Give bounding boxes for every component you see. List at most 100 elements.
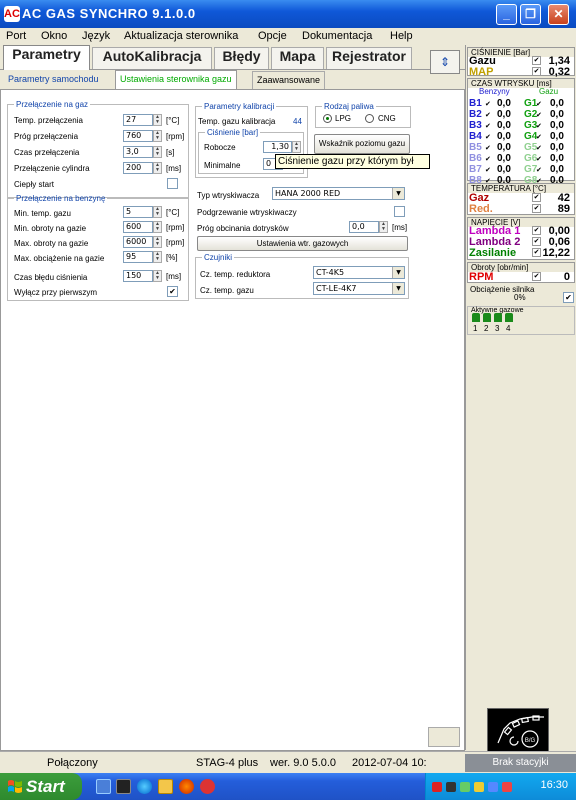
tab-bledy[interactable]: Błędy xyxy=(214,47,269,69)
check-icon[interactable]: ✔ xyxy=(536,111,542,119)
check-icon[interactable]: ✔ xyxy=(536,133,542,141)
reducer-temp-label: Red. xyxy=(469,203,493,215)
gas-sensor-label: Cz. temp. gazu xyxy=(200,286,254,295)
media-icon[interactable] xyxy=(179,779,194,794)
pressure-error-input[interactable]: 150 xyxy=(123,270,153,282)
supply-label: Zasilanie xyxy=(469,247,517,259)
threshold-input[interactable]: 760 xyxy=(123,130,153,142)
browser-icon[interactable] xyxy=(137,779,152,794)
tray-icon[interactable] xyxy=(460,782,470,792)
tray-icon[interactable] xyxy=(474,782,484,792)
warm-start-checkbox[interactable] xyxy=(167,178,178,189)
check-icon[interactable]: ✔ xyxy=(536,166,542,174)
first-off-checkbox[interactable]: ✔ xyxy=(167,286,178,297)
spin-arrows-icon[interactable]: ▲ ▼ xyxy=(153,130,162,142)
check-icon[interactable]: ✔ xyxy=(536,100,542,108)
cylinder-switch-label: Przełączenie cylindra xyxy=(14,164,90,173)
check-icon[interactable]: ✔ xyxy=(532,67,541,76)
spin-arrows-icon[interactable]: ▲ ▼ xyxy=(153,162,162,174)
petrol-injector-value: 0,0 xyxy=(497,153,511,164)
check-icon[interactable]: ✔ xyxy=(485,122,491,130)
menu-jezyk[interactable]: Język xyxy=(82,30,110,42)
check-icon[interactable]: ✔ xyxy=(485,166,491,174)
check-icon[interactable]: ✔ xyxy=(532,204,541,213)
menu-okno[interactable]: Okno xyxy=(41,30,67,42)
check-icon[interactable]: ✔ xyxy=(532,226,541,235)
switch-time-input[interactable]: 3,0 xyxy=(123,146,153,158)
minimize-button[interactable]: _ xyxy=(496,4,517,25)
cng-radio[interactable] xyxy=(365,114,374,123)
tab-parametry-samochodu[interactable]: Parametry samochodu xyxy=(4,71,103,89)
min-gas-temp-input[interactable]: 5 xyxy=(123,206,153,218)
tab-zaawansowane[interactable]: Zaawansowane xyxy=(252,71,326,89)
menu-aktualizacja[interactable]: Aktualizacja sterownika xyxy=(124,30,238,42)
check-icon[interactable]: ✔ xyxy=(536,155,542,163)
start-button[interactable]: Start xyxy=(0,773,82,800)
folder-icon[interactable] xyxy=(158,779,173,794)
spin-arrows-icon[interactable]: ▲ ▼ xyxy=(153,114,162,126)
desktop-icon[interactable] xyxy=(96,779,111,794)
max-load-input[interactable]: 95 xyxy=(123,251,153,263)
gas-sensor-select[interactable]: CT-LE-4K7 ▼ xyxy=(313,282,405,295)
tray-icon[interactable] xyxy=(446,782,456,792)
cylinder-switch-input[interactable]: 200 xyxy=(123,162,153,174)
working-pressure-label: Robocze xyxy=(204,143,236,152)
tab-ustawienia-sterownika[interactable]: Ustawienia sterownika gazu xyxy=(115,70,237,90)
lpg-radio[interactable] xyxy=(323,114,332,123)
max-rpm-input[interactable]: 6000 xyxy=(123,236,153,248)
tab-rejestrator[interactable]: Rejestrator xyxy=(326,47,412,69)
injector-heat-checkbox[interactable] xyxy=(394,206,405,217)
scroll-button[interactable] xyxy=(428,727,460,747)
maximize-button[interactable]: ❐ xyxy=(520,4,541,25)
check-icon[interactable]: ✔ xyxy=(536,144,542,152)
tab-mapa[interactable]: Mapa xyxy=(271,47,324,69)
connection-status: Połączony xyxy=(47,757,98,769)
check-icon[interactable]: ✔ xyxy=(485,155,491,163)
load-checkbox[interactable]: ✔ xyxy=(563,292,574,303)
tray-icon[interactable] xyxy=(502,782,512,792)
spin-arrows-icon[interactable]: ▲ ▼ xyxy=(153,221,162,233)
check-icon[interactable]: ✔ xyxy=(536,122,542,130)
menu-opcje[interactable]: Opcje xyxy=(258,30,287,42)
spin-arrows-icon[interactable]: ▲ ▼ xyxy=(153,146,162,158)
app-icon-red[interactable] xyxy=(200,779,215,794)
injector-settings-button[interactable]: Ustawienia wtr. gazowych xyxy=(197,236,408,251)
tray-icon[interactable] xyxy=(432,782,442,792)
injector-type-select[interactable]: HANA 2000 RED ▼ xyxy=(272,187,405,200)
spin-arrows-icon[interactable]: ▲ ▼ xyxy=(153,270,162,282)
console-icon[interactable] xyxy=(116,779,131,794)
reducer-sensor-select[interactable]: CT-4K5 ▼ xyxy=(313,266,405,279)
check-icon[interactable]: ✔ xyxy=(532,193,541,202)
menu-dokumentacja[interactable]: Dokumentacja xyxy=(302,30,372,42)
tab-autokalibracja[interactable]: AutoKalibracja xyxy=(92,47,212,69)
check-icon[interactable]: ✔ xyxy=(485,144,491,152)
check-icon[interactable]: ✔ xyxy=(532,272,541,281)
spin-arrows-icon[interactable]: ▲ ▼ xyxy=(153,251,162,263)
spin-arrows-icon[interactable]: ▲ ▼ xyxy=(153,236,162,248)
check-icon[interactable]: ✔ xyxy=(532,248,541,257)
spin-arrows-icon[interactable]: ▲ ▼ xyxy=(153,206,162,218)
check-icon[interactable]: ✔ xyxy=(485,111,491,119)
spin-arrows-icon[interactable]: ▲ ▼ xyxy=(292,141,301,153)
spin-arrows-icon[interactable]: ▲ ▼ xyxy=(379,221,388,233)
working-pressure-input[interactable]: 1,30 xyxy=(263,141,292,153)
min-rpm-input[interactable]: 600 xyxy=(123,221,153,233)
check-icon[interactable]: ✔ xyxy=(532,237,541,246)
check-icon[interactable]: ✔ xyxy=(485,100,491,108)
temp-switch-input[interactable]: 27 xyxy=(123,114,153,126)
warm-start-label: Ciepły start xyxy=(14,180,55,189)
min-gas-temp-label: Min. temp. gazu xyxy=(14,209,71,218)
close-button[interactable]: ✕ xyxy=(548,4,569,25)
tab-parametry[interactable]: Parametry xyxy=(3,45,90,70)
version-text: wer. 9.0 5.0.0 xyxy=(270,757,337,769)
check-icon[interactable]: ✔ xyxy=(485,133,491,141)
rpm-value: 0 xyxy=(563,271,570,283)
menu-port[interactable]: Port xyxy=(6,30,26,42)
gas-injector-value: 0,0 xyxy=(550,98,564,109)
check-icon[interactable]: ✔ xyxy=(532,56,541,65)
gas-level-button[interactable]: Wskaźnik poziomu gazu xyxy=(314,134,410,154)
dropdown-arrow-icon: ▼ xyxy=(392,188,404,199)
cutoff-input[interactable]: 0,0 xyxy=(349,221,379,233)
menu-help[interactable]: Help xyxy=(390,30,413,42)
tray-icon[interactable] xyxy=(488,782,498,792)
